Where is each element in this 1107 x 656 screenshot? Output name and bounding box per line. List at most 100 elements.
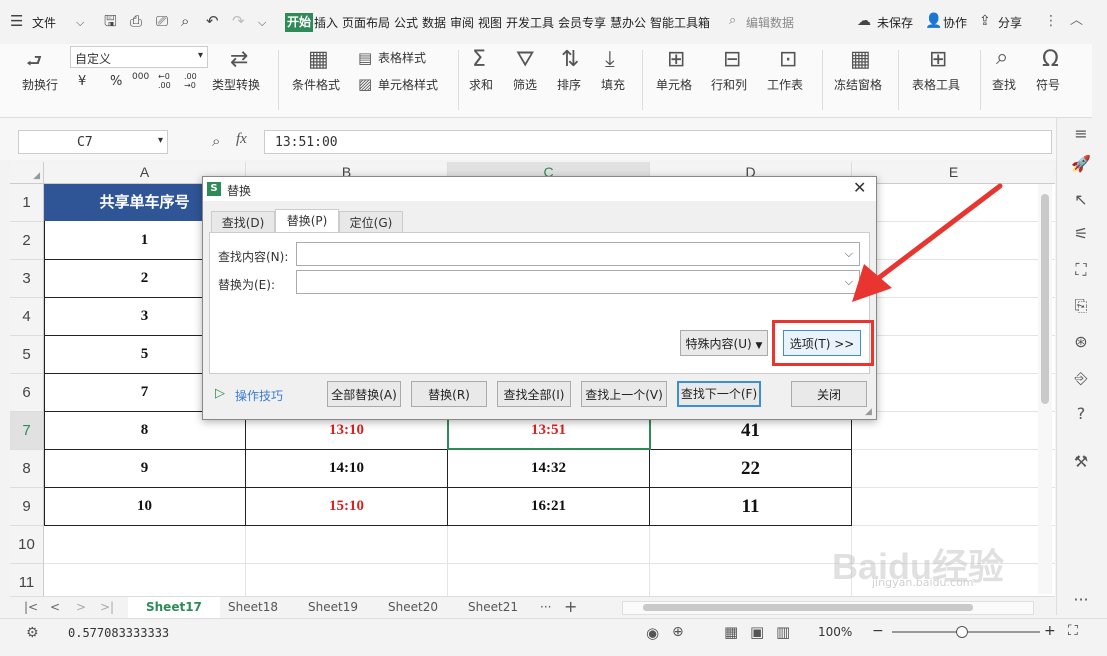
- page-break-view-icon[interactable]: ▥: [776, 623, 790, 641]
- row-header-11[interactable]: 11: [10, 564, 44, 596]
- replace-button[interactable]: 替换(R): [411, 381, 487, 407]
- table-style-button[interactable]: 表格样式: [378, 49, 426, 66]
- row-header-3[interactable]: 3: [10, 260, 44, 298]
- macro-icon[interactable]: ⚙: [26, 625, 39, 641]
- row-header-4[interactable]: 4: [10, 298, 44, 336]
- find-next-button[interactable]: 查找下一个(F): [677, 381, 761, 407]
- more-icon[interactable]: ⋮: [1044, 12, 1058, 30]
- vertical-scrollbar[interactable]: [1038, 184, 1052, 594]
- row-header-2[interactable]: 2: [10, 222, 44, 260]
- tab-replace[interactable]: 替换(P): [275, 209, 339, 233]
- tab-developer[interactable]: 开发工具: [506, 14, 554, 31]
- percent-button[interactable]: %: [110, 74, 122, 89]
- tab-data[interactable]: 数据: [422, 14, 446, 31]
- tab-find[interactable]: 查找(D): [211, 211, 275, 233]
- chevron-down-icon[interactable]: ⌵: [76, 14, 84, 32]
- fill-button[interactable]: 填充: [601, 76, 625, 93]
- image-tool-icon[interactable]: ⎘: [1069, 296, 1093, 316]
- print-preview-icon[interactable]: ⌕: [181, 12, 189, 30]
- row-header-1[interactable]: 1: [10, 184, 44, 222]
- row-header-6[interactable]: 6: [10, 374, 44, 412]
- search-command[interactable]: 编辑数据: [746, 14, 794, 31]
- find-button[interactable]: 查找: [992, 76, 1016, 93]
- tab-member[interactable]: 会员专享: [558, 14, 606, 31]
- scrollbar-thumb[interactable]: [1041, 194, 1049, 404]
- wrap-text-button[interactable]: 勃换行: [22, 76, 58, 93]
- dialog-titlebar[interactable]: S 替换 ✕: [203, 177, 876, 201]
- find-all-button[interactable]: 查找全部(I): [497, 381, 571, 407]
- sheet-tab-sheet21[interactable]: Sheet21: [468, 600, 518, 614]
- tab-start[interactable]: 开始: [285, 13, 313, 32]
- last-sheet-icon[interactable]: >|: [100, 600, 114, 614]
- adjust-icon[interactable]: ⚟: [1069, 224, 1093, 243]
- tab-view[interactable]: 视图: [478, 14, 502, 31]
- name-box[interactable]: C7 ▾: [18, 130, 168, 154]
- crop-icon[interactable]: ⛶: [1069, 260, 1093, 280]
- cell-d8[interactable]: 22: [650, 450, 851, 487]
- row-col-button[interactable]: 行和列: [711, 76, 747, 93]
- row-header-9[interactable]: 9: [10, 488, 44, 526]
- collapse-ribbon-icon[interactable]: ︿: [1070, 12, 1083, 30]
- formula-input[interactable]: 13:51:00: [264, 130, 1052, 154]
- row-header-10[interactable]: 10: [10, 526, 44, 564]
- tab-page-layout[interactable]: 页面布局: [342, 14, 390, 31]
- cell-d9[interactable]: 11: [650, 488, 851, 525]
- file-menu[interactable]: 文件: [32, 14, 56, 31]
- sum-button[interactable]: 求和: [469, 76, 493, 93]
- add-sheet-icon[interactable]: +: [564, 597, 577, 616]
- filter-button[interactable]: 筛选: [513, 76, 537, 93]
- tab-huibangong[interactable]: 慧办公: [610, 14, 646, 31]
- view-mode-icon[interactable]: ⊕: [672, 624, 684, 640]
- unsaved-status[interactable]: 未保存: [877, 14, 913, 31]
- eye-protect-icon[interactable]: ◉: [646, 624, 659, 642]
- find-input[interactable]: ⌵: [296, 242, 860, 266]
- location-icon[interactable]: ⊛: [1069, 332, 1093, 351]
- thousands-button[interactable]: 000: [132, 72, 149, 82]
- tab-goto[interactable]: 定位(G): [339, 211, 403, 233]
- zoom-formula-icon[interactable]: ⌕: [212, 132, 220, 150]
- cell-button[interactable]: 单元格: [656, 76, 692, 93]
- next-sheet-icon[interactable]: >: [76, 600, 86, 614]
- sort-button[interactable]: 排序: [557, 76, 581, 93]
- sheet-tab-sheet19[interactable]: Sheet19: [308, 600, 358, 614]
- find-previous-button[interactable]: 查找上一个(V): [581, 381, 667, 407]
- zoom-slider[interactable]: [892, 626, 1040, 638]
- collab-button[interactable]: 协作: [943, 14, 967, 31]
- page-layout-view-icon[interactable]: ▣: [750, 623, 764, 641]
- special-content-button[interactable]: 特殊内容(U) ▼: [680, 330, 768, 356]
- fx-icon[interactable]: fx: [236, 131, 247, 148]
- horizontal-scrollbar[interactable]: [622, 601, 1034, 615]
- currency-button[interactable]: ¥: [78, 74, 86, 89]
- zoom-out-icon[interactable]: −: [872, 623, 884, 639]
- help-icon[interactable]: ?: [1069, 404, 1093, 423]
- tab-insert[interactable]: 插入: [314, 14, 338, 31]
- row-header-7[interactable]: 7: [10, 412, 44, 450]
- options-button[interactable]: 选项(T) >>: [783, 330, 861, 356]
- hamburger-menu-icon[interactable]: ☰: [10, 12, 23, 30]
- normal-view-icon[interactable]: ▦: [724, 623, 738, 641]
- row-header-8[interactable]: 8: [10, 450, 44, 488]
- zoom-in-icon[interactable]: +: [1044, 623, 1056, 639]
- cell-c9[interactable]: 16:21: [448, 488, 649, 525]
- cell-b8[interactable]: 14:10: [246, 450, 447, 487]
- replace-all-button[interactable]: 全部替换(A): [327, 381, 401, 407]
- worksheet-button[interactable]: 工作表: [767, 76, 803, 93]
- decrease-decimal-button[interactable]: .00 →0: [184, 72, 204, 90]
- sheet-tab-sheet17[interactable]: Sheet17: [128, 597, 220, 619]
- replace-input[interactable]: ⌵: [296, 270, 860, 294]
- prev-sheet-icon[interactable]: <: [50, 600, 60, 614]
- cell-style-button[interactable]: 单元格样式: [378, 76, 438, 93]
- close-button[interactable]: 关闭: [791, 381, 867, 407]
- cell-a9[interactable]: 10: [44, 488, 245, 525]
- redo-icon[interactable]: ↷: [232, 12, 245, 30]
- undo-icon[interactable]: ↶: [206, 12, 219, 30]
- sheet-tab-sheet20[interactable]: Sheet20: [388, 600, 438, 614]
- book-search-icon[interactable]: ⎆: [1069, 368, 1093, 388]
- select-all-corner[interactable]: ◢: [10, 162, 44, 184]
- customize-toolbar-icon[interactable]: ⌵: [258, 14, 266, 32]
- cell-a8[interactable]: 9: [44, 450, 245, 487]
- number-format-select[interactable]: 自定义 ▾: [70, 46, 208, 68]
- tab-formula[interactable]: 公式: [394, 14, 418, 31]
- tab-smart-toolbox[interactable]: 智能工具箱: [650, 14, 710, 31]
- cell-b9[interactable]: 15:10: [246, 488, 447, 525]
